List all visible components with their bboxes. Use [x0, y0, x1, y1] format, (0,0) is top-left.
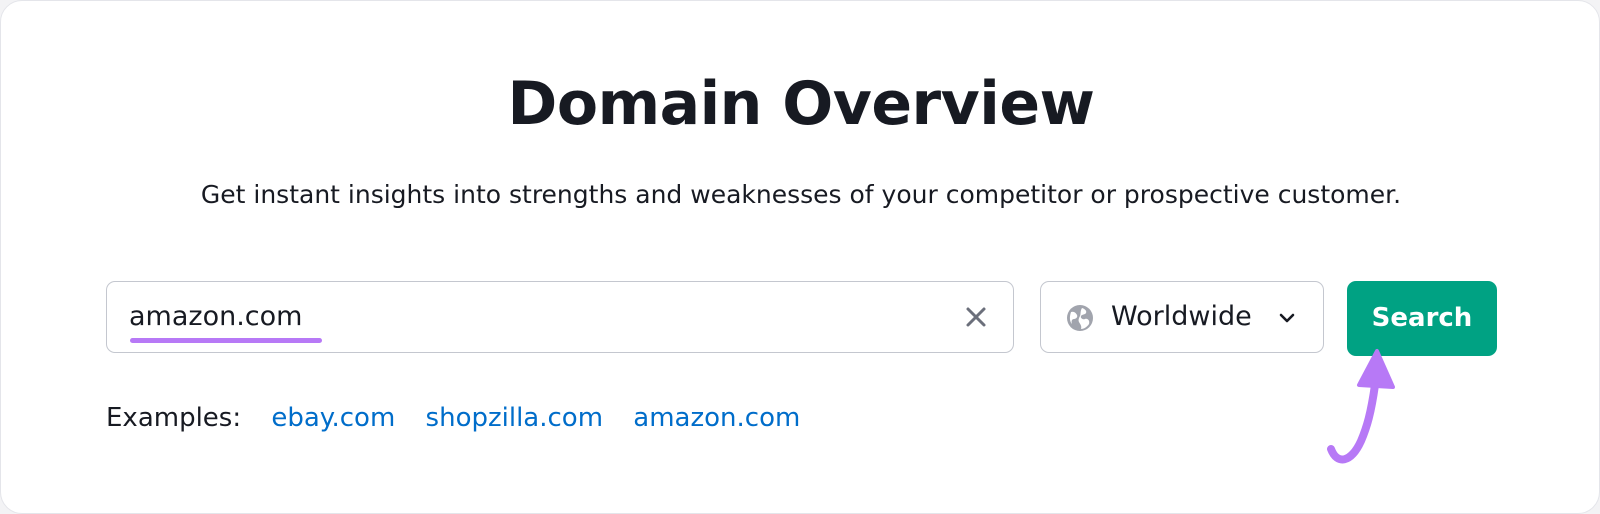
- examples-label: Examples:: [106, 403, 242, 433]
- example-link-ebay[interactable]: ebay.com: [271, 403, 395, 433]
- curved-arrow-icon: [1321, 341, 1421, 471]
- page-title: Domain Overview: [507, 69, 1095, 139]
- globe-icon: [1065, 303, 1095, 333]
- chevron-down-icon: [1277, 309, 1297, 327]
- region-label: Worldwide: [1111, 301, 1252, 332]
- examples-row: Examples: ebay.com shopzilla.com amazon.…: [106, 399, 822, 437]
- search-input-value[interactable]: amazon.com: [129, 298, 302, 336]
- page-subtitle: Get instant insights into strengths and …: [200, 180, 1402, 209]
- region-select[interactable]: Worldwide: [1040, 281, 1324, 353]
- domain-search-input[interactable]: amazon.com: [106, 281, 1014, 353]
- example-link-shopzilla[interactable]: shopzilla.com: [426, 403, 603, 433]
- domain-overview-card: Domain Overview Get instant insights int…: [0, 0, 1600, 514]
- highlight-underline: [130, 338, 322, 343]
- close-icon[interactable]: [963, 304, 989, 330]
- example-link-amazon[interactable]: amazon.com: [633, 403, 800, 433]
